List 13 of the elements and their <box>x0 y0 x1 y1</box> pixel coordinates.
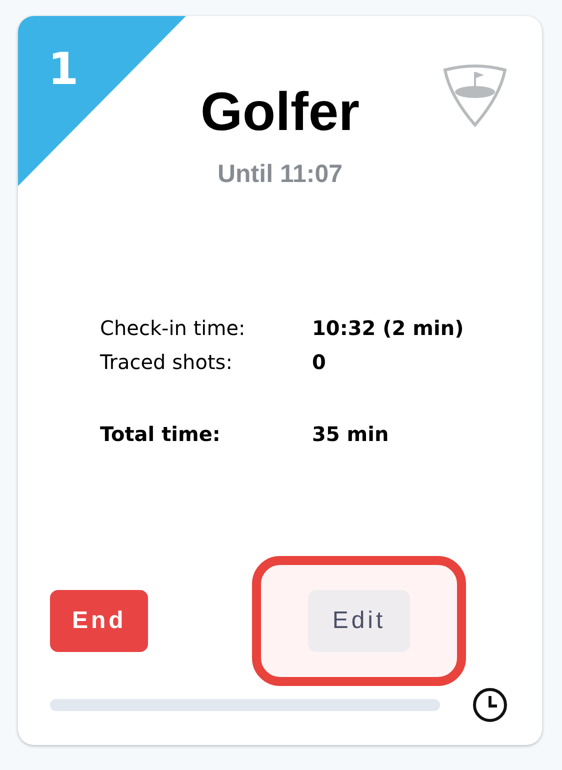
detail-value: 35 min <box>312 421 389 448</box>
edit-button[interactable]: Edit <box>308 590 410 652</box>
end-button[interactable]: End <box>50 590 148 652</box>
detail-label: Traced shots: <box>100 349 234 376</box>
lane-number: 1 <box>48 48 79 92</box>
detail-value: 0 <box>312 349 326 376</box>
until-time: Until 11:07 <box>217 160 343 189</box>
clock-icon <box>472 687 508 723</box>
detail-label: Total time: <box>100 421 222 448</box>
detail-value: 10:32 (2 min) <box>312 315 464 342</box>
detail-label: Check-in time: <box>100 315 246 342</box>
shield-icon <box>442 64 508 128</box>
card-title: Golfer <box>200 82 360 142</box>
